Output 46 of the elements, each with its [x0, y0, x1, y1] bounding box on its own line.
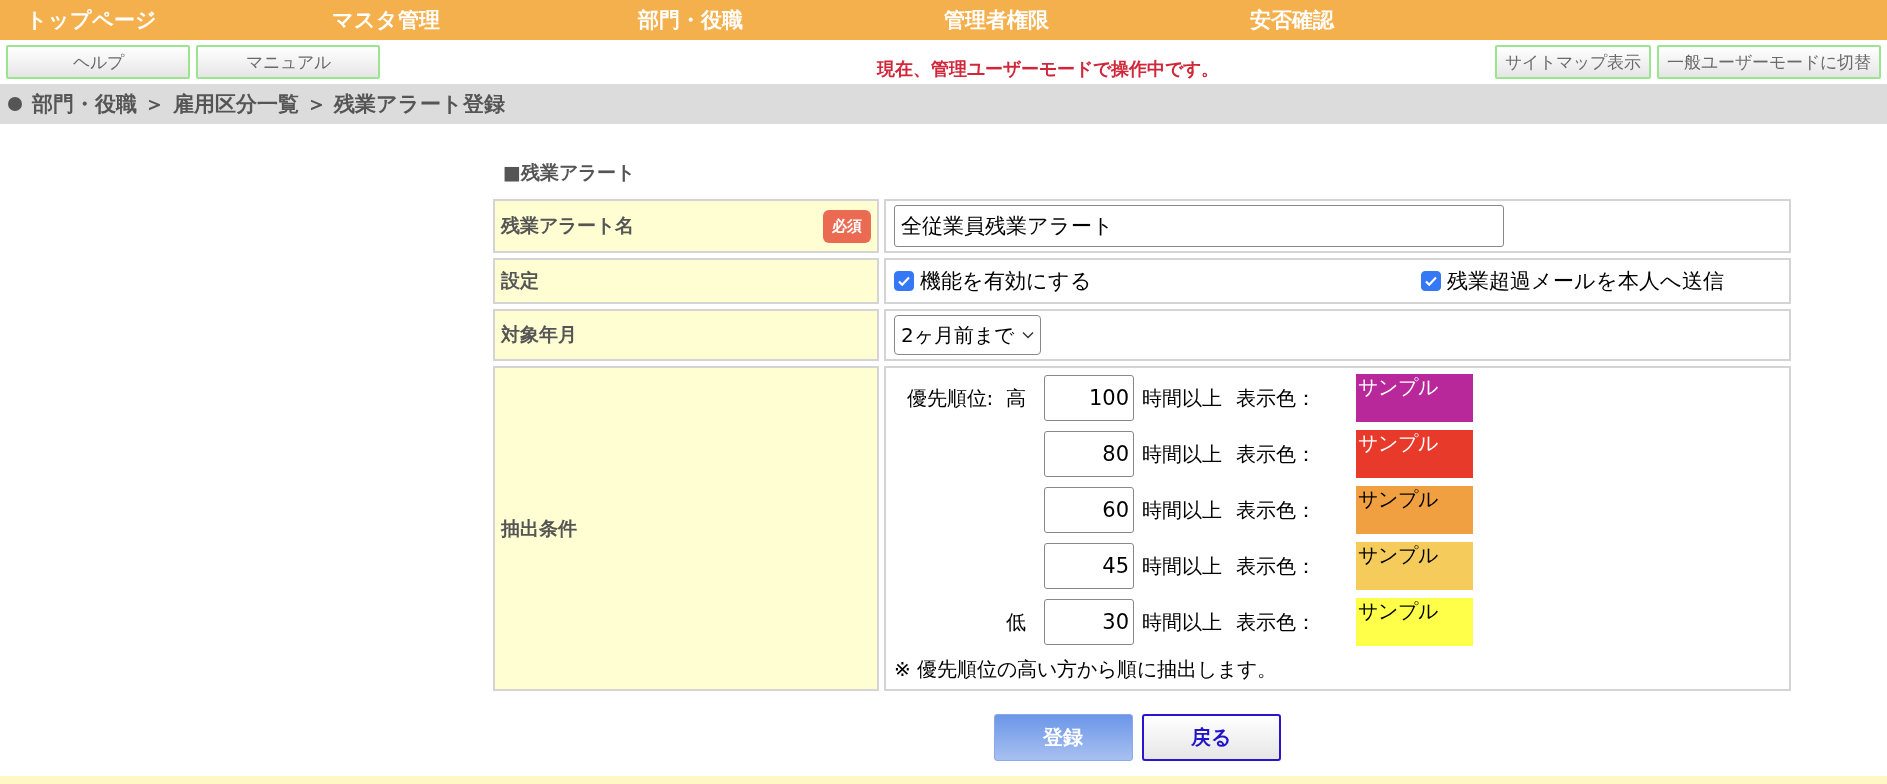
- hours-input-field[interactable]: 60: [1044, 487, 1134, 533]
- unit-label: 時間以上: [1142, 552, 1222, 580]
- hours-input-field[interactable]: 45: [1044, 543, 1134, 589]
- bullet-icon: [8, 97, 22, 111]
- mode-notice: 現在、管理ユーザーモードで操作中です。: [875, 57, 1220, 81]
- action-button[interactable]: 戻る: [1141, 714, 1281, 761]
- section-title: ■残業アラート: [503, 160, 636, 185]
- color-sample[interactable]: サンプル: [1356, 486, 1473, 534]
- unit-label: 時間以上: [1142, 384, 1222, 412]
- unit-label: 時間以上: [1142, 496, 1222, 524]
- color-label: 表示色：: [1236, 440, 1317, 468]
- toolbar-button[interactable]: サイトマップ表示: [1495, 45, 1651, 79]
- period-dropdown[interactable]: 2ヶ月前まで: [894, 315, 1041, 355]
- priority-label: 優先順位: 高: [906, 385, 1026, 410]
- breadcrumb-text: 部門・役職 ＞ 雇用区分一覧 ＞ 残業アラート登録: [32, 91, 506, 118]
- chevron-down-icon: [1021, 331, 1034, 339]
- field-label: 抽出条件: [493, 366, 879, 691]
- color-label: 表示色：: [1236, 496, 1317, 524]
- checkbox-label: 残業超過メールを本人へ送信: [1447, 268, 1724, 295]
- unit-label: 時間以上: [1142, 608, 1222, 636]
- toolbar-button[interactable]: マニュアル: [196, 45, 380, 79]
- hours-input-field[interactable]: 30: [1044, 599, 1134, 645]
- checkbox[interactable]: [1421, 271, 1441, 291]
- field-label: 残業アラート名: [501, 213, 634, 238]
- note-text: ※ 優先順位の高い方から順に抽出します。: [894, 656, 1279, 683]
- checkmark-icon: [1424, 274, 1438, 288]
- field-label: 設定: [493, 258, 879, 304]
- unit-label: 時間以上: [1142, 440, 1222, 468]
- color-sample[interactable]: サンプル: [1356, 430, 1473, 478]
- toolbar-button[interactable]: ヘルプ: [6, 45, 190, 79]
- color-sample[interactable]: サンプル: [1356, 374, 1473, 422]
- required-badge: 必須: [823, 209, 871, 243]
- color-label: 表示色：: [1236, 384, 1317, 412]
- priority-label: 低: [1006, 609, 1026, 634]
- toolbar-button[interactable]: 一般ユーザーモードに切替: [1657, 45, 1881, 79]
- color-sample[interactable]: サンプル: [1356, 542, 1473, 590]
- checkmark-icon: [897, 274, 911, 288]
- color-label: 表示色：: [1236, 552, 1317, 580]
- name-input-field[interactable]: 全従業員残業アラート: [894, 205, 1504, 247]
- hours-input-field[interactable]: 80: [1044, 431, 1134, 477]
- hours-input-field[interactable]: 100: [1044, 375, 1134, 421]
- color-sample[interactable]: サンプル: [1356, 598, 1473, 646]
- checkbox[interactable]: [894, 271, 914, 291]
- field-label: 対象年月: [493, 309, 879, 361]
- checkbox-label: 機能を有効にする: [920, 268, 1092, 295]
- color-label: 表示色：: [1236, 608, 1317, 636]
